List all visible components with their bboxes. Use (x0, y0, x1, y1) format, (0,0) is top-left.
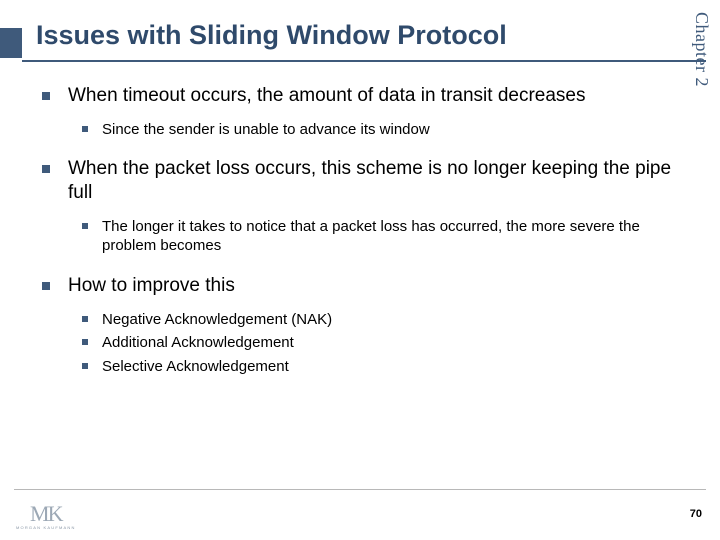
bullet-item: When the packet loss occurs, this scheme… (38, 157, 682, 256)
sub-bullet-item: Since the sender is unable to advance it… (80, 120, 682, 140)
footer-divider (14, 489, 706, 490)
title-row: Issues with Sliding Window Protocol (0, 0, 720, 58)
sub-bullet-text: The longer it takes to notice that a pac… (102, 218, 640, 255)
bullet-item: When timeout occurs, the amount of data … (38, 84, 682, 139)
page-number: 70 (690, 508, 702, 520)
bullet-text: When timeout occurs, the amount of data … (68, 85, 586, 106)
sub-bullet-text: Since the sender is unable to advance it… (102, 121, 430, 138)
slide-title: Issues with Sliding Window Protocol (22, 18, 507, 58)
sub-bullet-item: Additional Acknowledgement (80, 333, 682, 353)
sub-bullet-item: Negative Acknowledgement (NAK) (80, 310, 682, 330)
bullet-item: How to improve this Negative Acknowledge… (38, 274, 682, 376)
sub-bullet-item: The longer it takes to notice that a pac… (80, 217, 682, 256)
logo-subtext: MORGAN KAUFMANN (16, 525, 76, 530)
bullet-list: When timeout occurs, the amount of data … (38, 84, 682, 376)
bullet-text: How to improve this (68, 275, 235, 296)
sub-bullet-list: Negative Acknowledgement (NAK) Additiona… (80, 310, 682, 377)
sub-bullet-list: Since the sender is unable to advance it… (80, 120, 682, 140)
sub-bullet-text: Additional Acknowledgement (102, 334, 294, 351)
title-accent-block (0, 18, 22, 58)
chapter-label: Chapter 2 (691, 12, 712, 87)
sub-bullet-item: Selective Acknowledgement (80, 357, 682, 377)
title-underline (22, 60, 706, 62)
slide: Issues with Sliding Window Protocol Chap… (0, 0, 720, 540)
sub-bullet-text: Selective Acknowledgement (102, 358, 289, 375)
bullet-text: When the packet loss occurs, this scheme… (68, 158, 671, 203)
sub-bullet-text: Negative Acknowledgement (NAK) (102, 311, 332, 328)
logo-main: MK (30, 504, 61, 524)
publisher-logo: MK MORGAN KAUFMANN (16, 504, 76, 530)
sub-bullet-list: The longer it takes to notice that a pac… (80, 217, 682, 256)
content-area: When timeout occurs, the amount of data … (38, 84, 682, 394)
